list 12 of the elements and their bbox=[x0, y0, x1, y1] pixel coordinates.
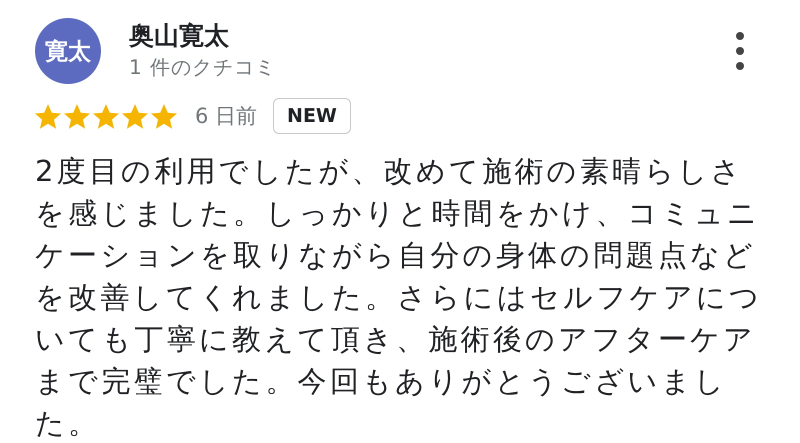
star-icon bbox=[35, 104, 61, 128]
avatar: 寛太 bbox=[35, 18, 101, 84]
star-icon bbox=[93, 104, 119, 128]
menu-icon[interactable] bbox=[735, 31, 745, 71]
star-icon bbox=[151, 104, 177, 128]
review-count: 1 件のクチコミ bbox=[129, 54, 278, 81]
review-text: 2度目の利用でしたが、改めて施術の素晴らしさを感じました。しっかりと時間をかけ、コミュニケーションを取りながら自分の身体の問題点などを改善してくれました。さらにはセルフケアについても丁寧に教えて頂き、施術後のアフターケアまで完璧でした。今回もありがとうございました。 bbox=[35, 153, 764, 442]
star-icon bbox=[122, 104, 148, 128]
new-badge: NEW bbox=[273, 98, 351, 134]
author-name: 奥山寛太 bbox=[129, 20, 230, 52]
review-date: 6 日前 bbox=[195, 103, 258, 130]
star-icon bbox=[64, 104, 90, 128]
